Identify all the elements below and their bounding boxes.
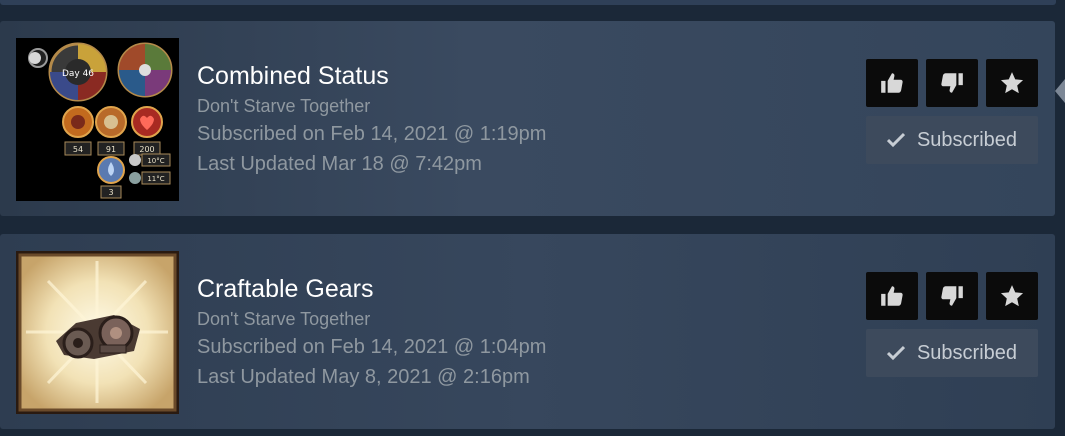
hunger-value: 54: [73, 145, 83, 154]
item-thumbnail[interactable]: [16, 251, 179, 414]
workshop-item-combined-status: Day 46 54 91 200 3 10°C 11°C Combined St…: [0, 21, 1065, 216]
item-title[interactable]: Combined Status: [197, 61, 546, 91]
thumbs-up-icon: [881, 73, 903, 93]
item-title[interactable]: Craftable Gears: [197, 274, 546, 304]
vote-down-button[interactable]: [926, 272, 978, 320]
subscribed-label: Subscribed: [916, 341, 1018, 364]
health-value: 200: [139, 145, 154, 154]
item-thumbnail[interactable]: Day 46 54 91 200 3 10°C 11°C: [16, 38, 179, 201]
item-game: Don't Starve Together: [197, 309, 371, 329]
subscribed-label: Subscribed: [916, 128, 1018, 151]
item-subscribed-date: Subscribed on Feb 14, 2021 @ 1:04pm: [197, 336, 547, 358]
workshop-item-craftable-gears: Craftable Gears Don't Starve Together Su…: [0, 234, 1055, 429]
thumbs-down-icon: [941, 286, 963, 306]
vote-buttons: [866, 59, 1038, 107]
temperature-value: 10°C: [147, 157, 164, 165]
favorite-button[interactable]: [986, 272, 1038, 320]
item-info: Craftable Gears Don't Starve Together Su…: [197, 274, 546, 392]
item-game: Don't Starve Together: [197, 96, 371, 116]
thumbs-down-icon: [941, 73, 963, 93]
thumbs-up-icon: [881, 286, 903, 306]
clock-day-text: Day 46: [62, 69, 94, 79]
item-subscribed-date: Subscribed on Feb 14, 2021 @ 1:19pm: [197, 123, 547, 145]
check-icon: [886, 345, 905, 361]
subscribed-button[interactable]: Subscribed: [866, 329, 1038, 377]
vote-buttons: [866, 272, 1038, 320]
item-last-updated: Last Updated Mar 18 @ 7:42pm: [197, 153, 482, 175]
scroll-arrow-icon[interactable]: [1055, 79, 1065, 103]
star-icon: [1000, 72, 1024, 94]
item-actions: Subscribed: [866, 59, 1038, 164]
star-icon: [1000, 285, 1024, 307]
vote-up-button[interactable]: [866, 272, 918, 320]
previous-item-edge: [0, 0, 1056, 5]
item-last-updated: Last Updated May 8, 2021 @ 2:16pm: [197, 366, 530, 388]
craftable-gears-preview-image: [16, 251, 179, 414]
sanity-value: 91: [106, 145, 116, 154]
vote-down-button[interactable]: [926, 59, 978, 107]
combined-status-preview-image: Day 46 54 91 200 3 10°C 11°C: [16, 38, 179, 201]
vote-up-button[interactable]: [866, 59, 918, 107]
moisture-value: 3: [108, 188, 113, 197]
check-icon: [886, 132, 905, 148]
favorite-button[interactable]: [986, 59, 1038, 107]
world-temperature-value: 11°C: [147, 175, 164, 183]
item-info: Combined Status Don't Starve Together Su…: [197, 61, 546, 179]
subscribed-button[interactable]: Subscribed: [866, 116, 1038, 164]
item-actions: Subscribed: [866, 272, 1038, 377]
